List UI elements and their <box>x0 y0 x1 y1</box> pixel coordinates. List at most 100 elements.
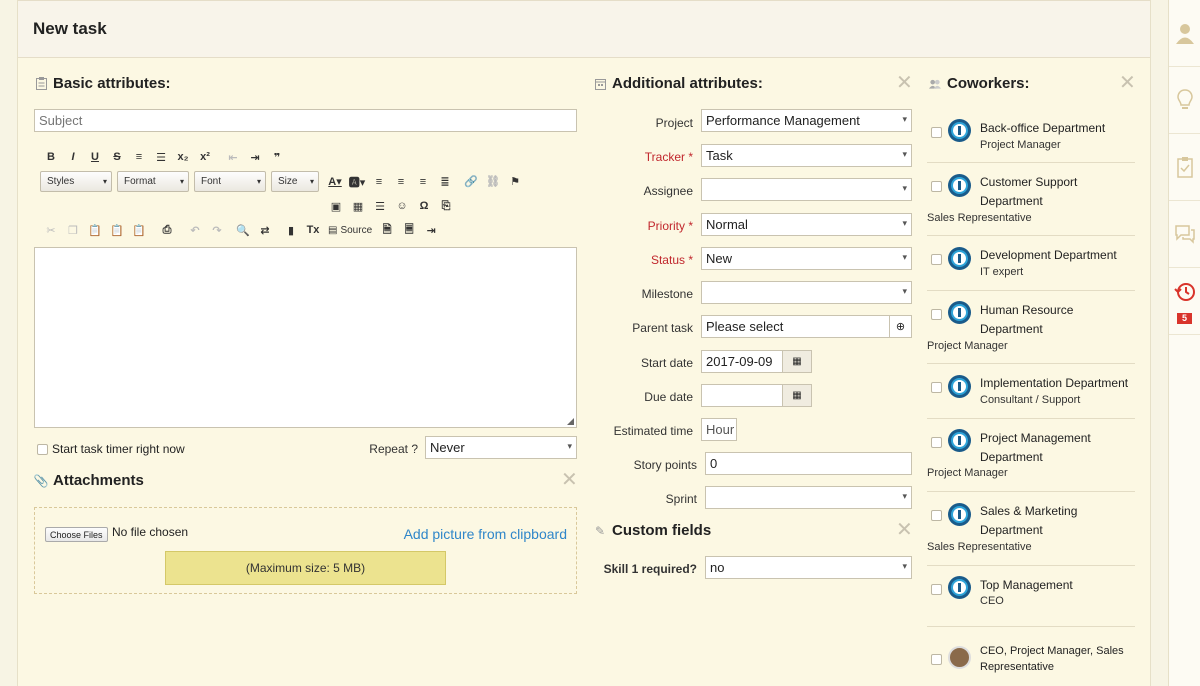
rail-profile[interactable] <box>1169 0 1200 67</box>
priority-select[interactable]: Normal <box>701 213 912 236</box>
superscript-button[interactable]: x² <box>194 147 216 167</box>
image-icon[interactable]: ▣ <box>325 196 347 216</box>
clipboard-link[interactable]: Add picture from clipboard <box>404 526 567 542</box>
rail-history[interactable]: 5 <box>1169 268 1200 335</box>
coworker-item[interactable]: Implementation Department Consultant / S… <box>927 365 1135 419</box>
bulleted-list-icon[interactable]: ☰ <box>150 147 172 167</box>
cut-icon[interactable]: ✂ <box>40 220 62 240</box>
assignee-select[interactable] <box>701 178 912 201</box>
find-icon[interactable]: 🔍 <box>232 220 254 240</box>
milestone-label: Milestone <box>641 287 693 301</box>
source-button[interactable]: ▤ Source <box>328 225 372 236</box>
attachments-close-icon[interactable]: ✕ <box>561 470 578 490</box>
page-break-icon[interactable]: ⎘ <box>435 196 457 216</box>
smiley-icon[interactable]: ☺ <box>391 196 413 216</box>
coworker-item[interactable]: Sales & Marketing Department Sales Repre… <box>927 493 1135 566</box>
format-painter-icon[interactable]: ▮ <box>280 220 302 240</box>
copy-icon[interactable]: ❐ <box>62 220 84 240</box>
remove-format-icon[interactable]: Tx <box>302 220 324 240</box>
story-points-input[interactable]: 0 <box>705 452 912 475</box>
table-icon[interactable]: ▦ <box>347 196 369 216</box>
styles-dropdown[interactable]: Styles <box>40 171 112 192</box>
paste-word-icon[interactable]: 📋 <box>128 220 150 240</box>
coworker-checkbox[interactable] <box>931 654 942 665</box>
indent-icon[interactable]: ⇥ <box>244 147 266 167</box>
align-center-icon[interactable]: ≡ <box>390 172 412 192</box>
rail-tasks[interactable] <box>1169 134 1200 201</box>
print-icon[interactable]: ⎙ <box>156 220 178 240</box>
undo-icon[interactable]: ↶ <box>184 220 206 240</box>
sprint-select[interactable] <box>705 486 912 509</box>
rail-chat[interactable] <box>1169 201 1200 268</box>
align-justify-icon[interactable]: ≣ <box>434 172 456 192</box>
resize-handle[interactable] <box>567 418 574 425</box>
estimated-time-input[interactable]: Hour <box>701 418 737 441</box>
subscript-button[interactable]: x₂ <box>172 147 194 167</box>
coworker-checkbox[interactable] <box>931 254 942 265</box>
coworker-item[interactable]: Top Management CEO <box>927 567 1135 627</box>
start-date-input[interactable]: 2017-09-09 <box>701 350 783 373</box>
subject-input[interactable] <box>34 109 577 132</box>
underline-button[interactable]: U <box>84 147 106 167</box>
paste-icon[interactable]: 📋 <box>84 220 106 240</box>
attachments-dropzone[interactable]: Choose Files No file chosen Add picture … <box>34 507 577 594</box>
anchor-flag-icon[interactable]: ⚑ <box>504 172 526 192</box>
coworker-checkbox[interactable] <box>931 181 942 192</box>
description-editor[interactable] <box>34 247 577 428</box>
coworker-checkbox[interactable] <box>931 127 942 138</box>
preview-icon[interactable]: 🗎 <box>376 220 398 240</box>
tracker-select[interactable]: Task <box>701 144 912 167</box>
align-left-icon[interactable]: ≡ <box>368 172 390 192</box>
special-char-icon[interactable]: Ω <box>413 196 435 216</box>
no-file-text: No file chosen <box>112 525 189 539</box>
text-color-icon[interactable]: A▾ <box>324 172 346 192</box>
templates-icon[interactable]: 🗏 <box>398 220 420 240</box>
coworker-item[interactable]: CEO, Project Manager, Sales Representati… <box>927 628 1135 686</box>
coworker-item[interactable]: Development Department IT expert <box>927 237 1135 291</box>
start-date-calendar-icon[interactable]: ▦ <box>782 350 812 373</box>
coworker-checkbox[interactable] <box>931 309 942 320</box>
numbered-list-icon[interactable]: ≡ <box>128 147 150 167</box>
user-icon <box>1175 24 1194 44</box>
custom-fields-close-icon[interactable]: ✕ <box>896 520 913 540</box>
coworker-item[interactable]: Customer Support Department Sales Repres… <box>927 164 1135 236</box>
outdent-icon[interactable]: ⇤ <box>222 147 244 167</box>
unlink-icon[interactable]: ⛓ <box>482 172 504 192</box>
coworker-item[interactable]: Project Management Department Project Ma… <box>927 420 1135 492</box>
coworker-checkbox[interactable] <box>931 510 942 521</box>
size-dropdown[interactable]: Size <box>271 171 319 192</box>
coworker-checkbox[interactable] <box>931 382 942 393</box>
link-icon[interactable]: 🔗 <box>460 172 482 192</box>
paste-text-icon[interactable]: 📋 <box>106 220 128 240</box>
coworker-checkbox[interactable] <box>931 584 942 595</box>
show-blocks-icon[interactable]: ⇥ <box>420 220 442 240</box>
horizontal-line-icon[interactable]: ☰ <box>369 196 391 216</box>
blockquote-icon[interactable]: ❞ <box>266 147 288 167</box>
project-select[interactable]: Performance Management <box>701 109 912 132</box>
italic-button[interactable]: I <box>62 147 84 167</box>
rail-ideas[interactable] <box>1169 67 1200 134</box>
skill-select[interactable]: no <box>705 556 912 579</box>
background-color-icon[interactable]: 🅰▾ <box>346 172 368 192</box>
strikethrough-button[interactable]: S <box>106 147 128 167</box>
redo-icon[interactable]: ↷ <box>206 220 228 240</box>
align-right-icon[interactable]: ≡ <box>412 172 434 192</box>
format-dropdown[interactable]: Format <box>117 171 189 192</box>
coworker-item[interactable]: Human Resource Department Project Manage… <box>927 292 1135 364</box>
choose-files-button[interactable]: Choose Files <box>45 527 108 542</box>
replace-icon[interactable]: ⇄ <box>254 220 276 240</box>
parent-task-input[interactable]: Please select <box>701 315 890 338</box>
coworker-checkbox[interactable] <box>931 437 942 448</box>
additional-close-icon[interactable]: ✕ <box>896 73 913 93</box>
coworker-item[interactable]: Back-office Department Project Manager <box>927 110 1135 163</box>
font-dropdown[interactable]: Font <box>194 171 266 192</box>
timer-checkbox[interactable] <box>37 443 48 455</box>
status-select[interactable]: New <box>701 247 912 270</box>
due-date-calendar-icon[interactable]: ▦ <box>782 384 812 407</box>
parent-task-add-icon[interactable]: ⊕ <box>889 315 912 338</box>
coworkers-close-icon[interactable]: ✕ <box>1119 73 1136 93</box>
repeat-select[interactable]: Never <box>425 436 577 459</box>
due-date-input[interactable] <box>701 384 783 407</box>
bold-button[interactable]: B <box>40 147 62 167</box>
milestone-select[interactable] <box>701 281 912 304</box>
